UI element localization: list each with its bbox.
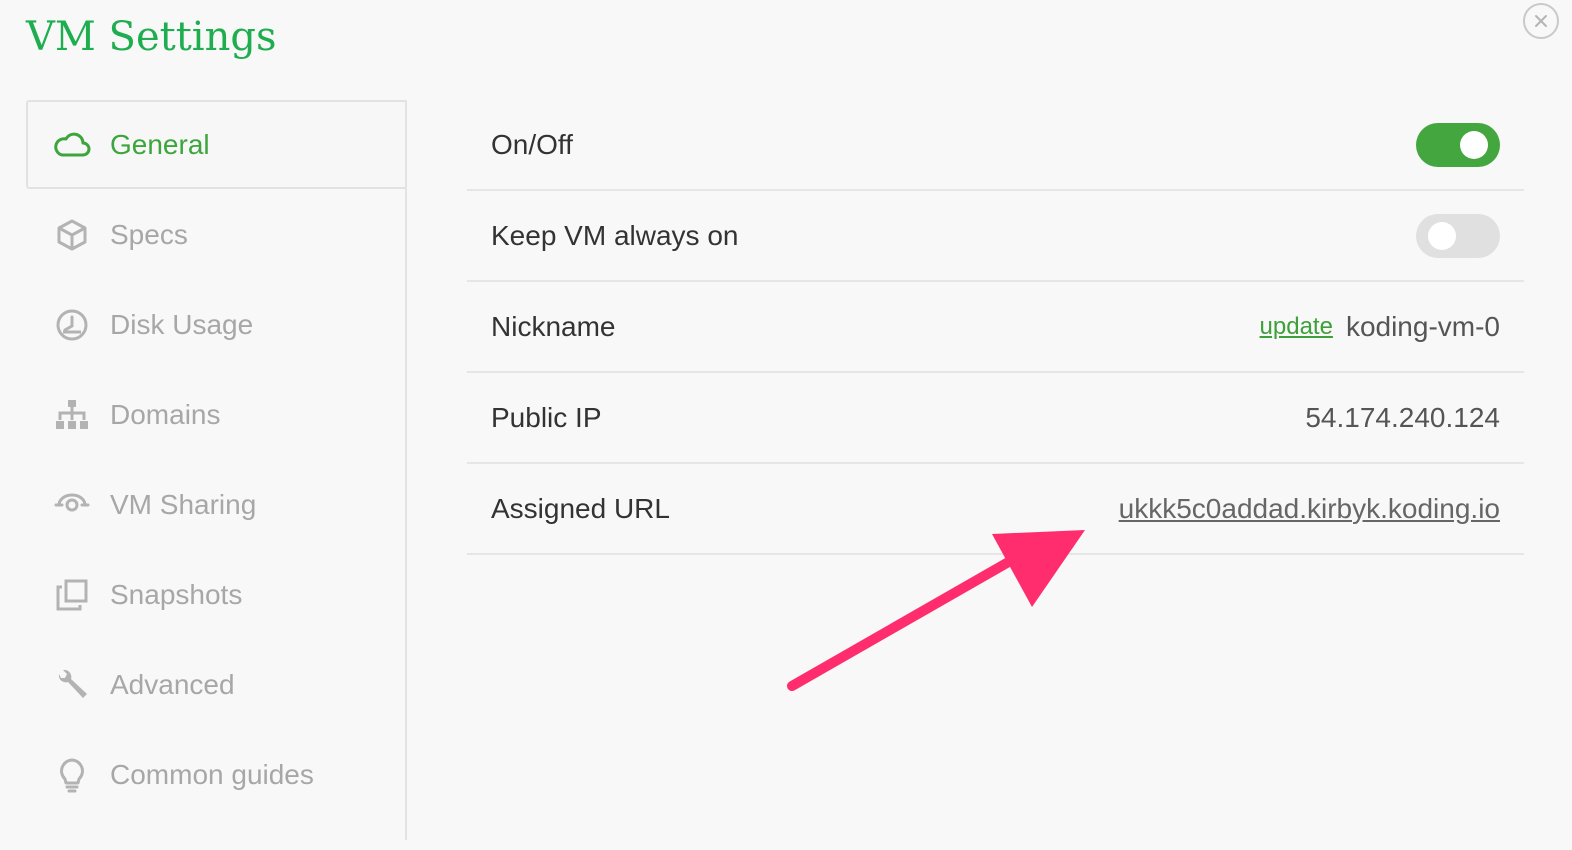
lightbulb-icon xyxy=(52,755,92,795)
cube-icon xyxy=(52,215,92,255)
general-settings-panel: On/Off Keep VM always on Nickname update… xyxy=(467,100,1524,555)
setting-row-public-ip: Public IP 54.174.240.124 xyxy=(467,373,1524,464)
sidebar-item-specs[interactable]: Specs xyxy=(26,190,405,280)
assigned-url-label: Assigned URL xyxy=(491,492,670,524)
vm-settings-modal: VM Settings General Specs Disk Usage Dom… xyxy=(0,0,1572,850)
cloud-icon xyxy=(52,125,92,165)
nickname-value: koding-vm-0 xyxy=(1345,310,1500,342)
assigned-url-link[interactable]: ukkk5c0addad.kirbyk.koding.io xyxy=(1119,493,1500,525)
onoff-label: On/Off xyxy=(491,128,573,160)
gauge-icon xyxy=(52,305,92,345)
setting-row-nickname: Nickname update koding-vm-0 xyxy=(467,282,1524,373)
sidebar-item-label: General xyxy=(110,128,210,160)
sidebar-item-label: Disk Usage xyxy=(110,309,254,340)
settings-sidebar: General Specs Disk Usage Domains VM Shar… xyxy=(26,100,407,840)
sidebar-item-label: Specs xyxy=(110,219,188,250)
onoff-toggle[interactable] xyxy=(1416,122,1500,167)
sidebar-item-label: Domains xyxy=(110,399,221,430)
sitemap-icon xyxy=(52,395,92,435)
setting-row-onoff: On/Off xyxy=(467,100,1524,191)
sidebar-item-vm-sharing[interactable]: VM Sharing xyxy=(26,460,405,550)
nickname-value-group: update koding-vm-0 xyxy=(1260,311,1500,343)
sidebar-item-general[interactable]: General xyxy=(26,100,405,189)
sidebar-item-label: VM Sharing xyxy=(110,489,257,520)
public-ip-value: 54.174.240.124 xyxy=(1305,401,1500,433)
page-title: VM Settings xyxy=(26,14,277,60)
toggle-knob xyxy=(1460,130,1488,159)
sidebar-item-disk-usage[interactable]: Disk Usage xyxy=(26,280,405,370)
sidebar-item-label: Common guides xyxy=(110,759,314,790)
nickname-label: Nickname xyxy=(491,310,616,342)
public-ip-label: Public IP xyxy=(491,401,602,433)
wrench-icon xyxy=(52,665,92,705)
sidebar-item-common-guides[interactable]: Common guides xyxy=(26,730,405,820)
close-icon xyxy=(1535,15,1547,27)
setting-row-always-on: Keep VM always on xyxy=(467,191,1524,282)
sidebar-item-advanced[interactable]: Advanced xyxy=(26,640,405,730)
annotation-arrow-icon xyxy=(787,530,1085,691)
always-on-label: Keep VM always on xyxy=(491,219,739,251)
always-on-toggle[interactable] xyxy=(1416,213,1500,258)
sidebar-item-label: Snapshots xyxy=(110,579,243,610)
close-button[interactable] xyxy=(1523,3,1559,39)
sidebar-item-domains[interactable]: Domains xyxy=(26,370,405,460)
share-icon xyxy=(52,485,92,525)
snapshots-icon xyxy=(52,575,92,615)
update-nickname-link[interactable]: update xyxy=(1260,313,1333,341)
toggle-knob xyxy=(1428,221,1456,250)
sidebar-item-snapshots[interactable]: Snapshots xyxy=(26,550,405,640)
sidebar-item-label: Advanced xyxy=(110,669,235,700)
